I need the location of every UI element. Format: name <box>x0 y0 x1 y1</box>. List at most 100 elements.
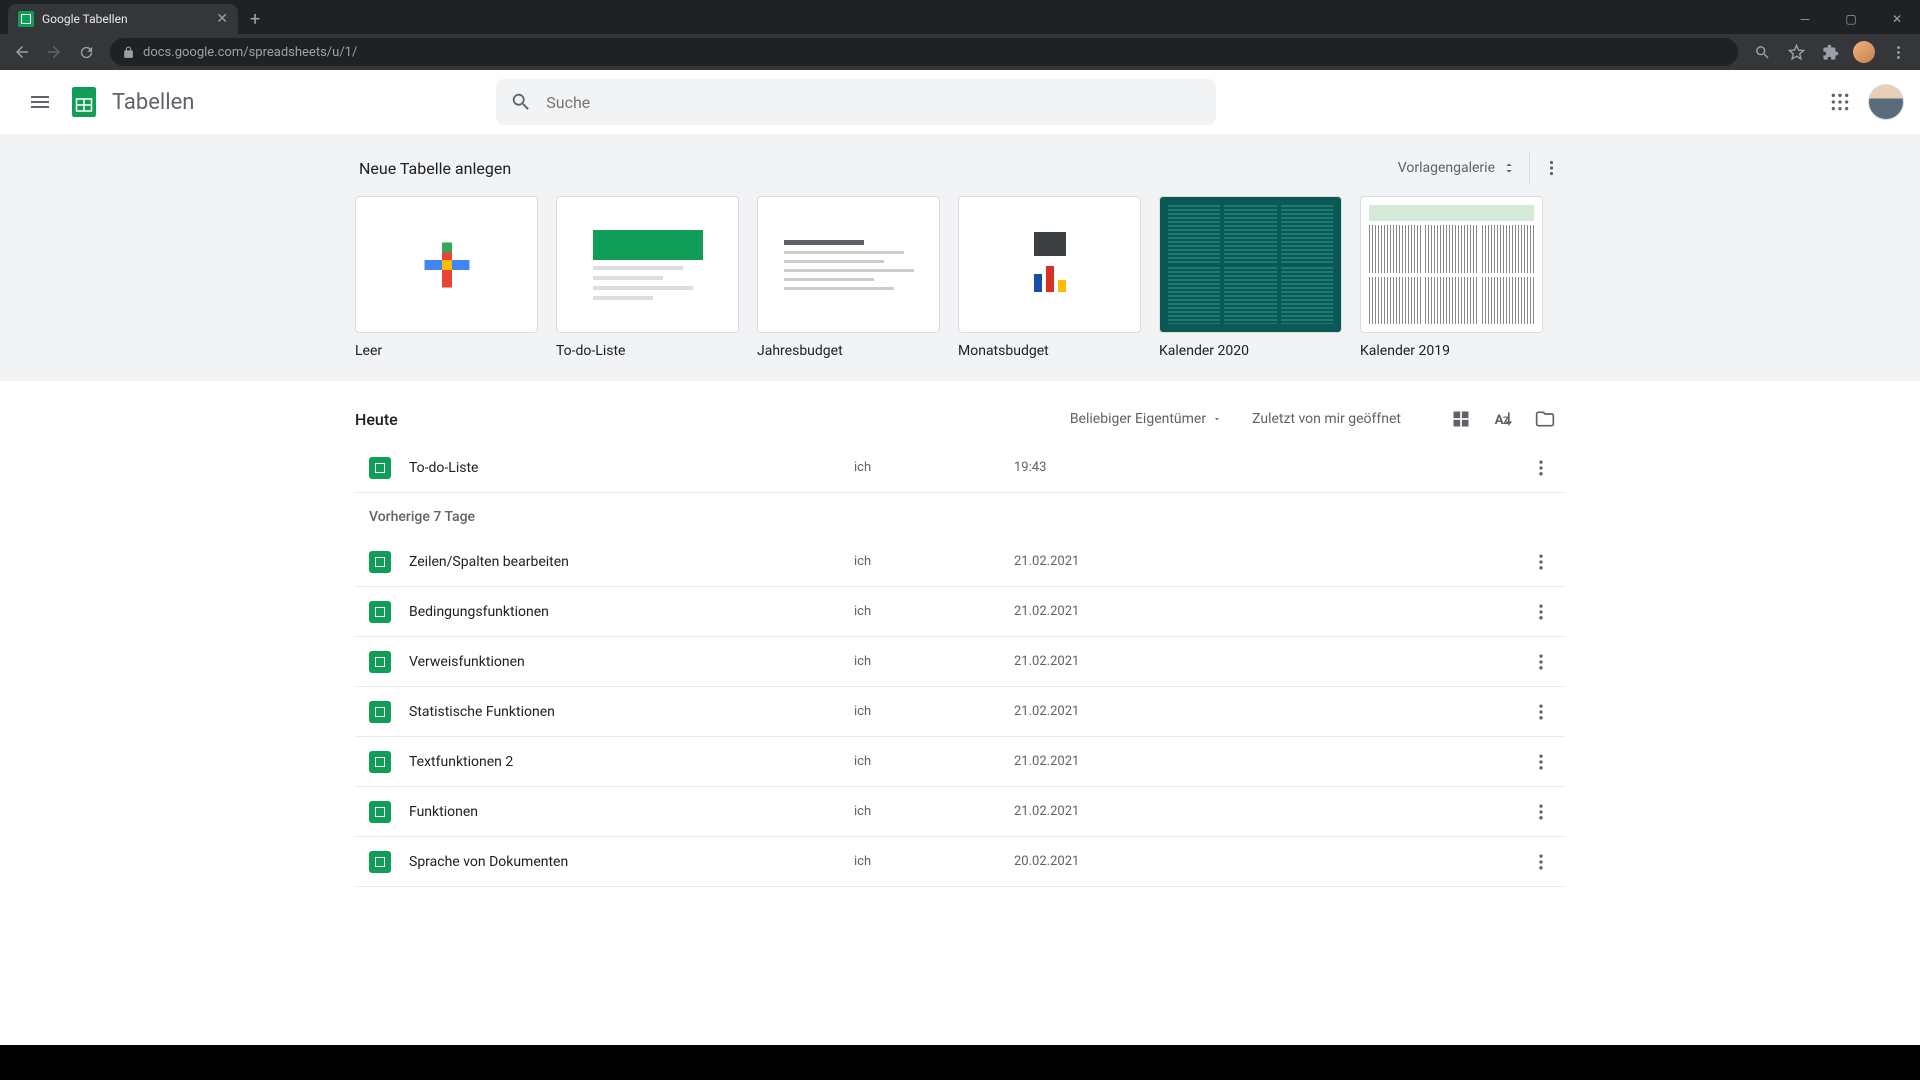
search-icon <box>510 91 532 113</box>
profile-avatar-icon[interactable] <box>1850 38 1878 66</box>
bottom-bar <box>0 1045 1920 1080</box>
template-card[interactable]: Leer <box>355 196 538 359</box>
grid-view-button[interactable] <box>1441 399 1481 439</box>
address-bar[interactable]: docs.google.com/spreadsheets/u/1/ <box>110 38 1738 66</box>
template-thumbnail <box>757 196 940 333</box>
document-more-button[interactable] <box>1523 844 1559 880</box>
document-row[interactable]: To-do-Liste ich 19:43 <box>355 443 1565 493</box>
document-more-button[interactable] <box>1523 544 1559 580</box>
tab-strip: Google Tabellen ✕ + ─ ▢ ✕ <box>0 0 1920 34</box>
template-card[interactable]: Kalender 2020 <box>1159 196 1342 359</box>
gallery-title: Neue Tabelle anlegen <box>359 159 511 178</box>
template-gallery-link[interactable]: Vorlagengalerie <box>1398 160 1517 176</box>
document-date: 21.02.2021 <box>1014 704 1244 719</box>
google-apps-button[interactable] <box>1820 82 1860 122</box>
document-name: Textfunktionen 2 <box>409 754 854 770</box>
document-owner: ich <box>854 604 1014 619</box>
back-button[interactable] <box>8 38 36 66</box>
document-row[interactable]: Sprache von Dokumenten ich 20.02.2021 <box>355 837 1565 887</box>
document-date: 21.02.2021 <box>1014 554 1244 569</box>
document-name: Bedingungsfunktionen <box>409 604 854 620</box>
document-more-button[interactable] <box>1523 694 1559 730</box>
sheets-logo-icon[interactable] <box>64 82 104 122</box>
bookmark-icon[interactable] <box>1782 38 1810 66</box>
sheets-file-icon <box>369 751 391 773</box>
document-owner: ich <box>854 554 1014 569</box>
section-title: Heute <box>355 410 398 429</box>
template-thumbnail <box>1159 196 1342 333</box>
search-bar[interactable] <box>496 79 1216 125</box>
template-thumbnail <box>1360 196 1543 333</box>
template-thumbnail <box>355 196 538 333</box>
opened-column-label: Zuletzt von mir geöffnet <box>1252 411 1401 427</box>
document-name: Verweisfunktionen <box>409 654 854 670</box>
document-more-button[interactable] <box>1523 594 1559 630</box>
document-owner: ich <box>854 804 1014 819</box>
tab-title: Google Tabellen <box>42 12 128 26</box>
dropdown-icon <box>1212 414 1222 424</box>
template-card[interactable]: Jahresbudget <box>757 196 940 359</box>
template-card[interactable]: Monatsbudget <box>958 196 1141 359</box>
sheets-favicon-icon <box>18 11 34 27</box>
template-label: To-do-Liste <box>556 343 739 359</box>
sheets-file-icon <box>369 801 391 823</box>
document-row[interactable]: Verweisfunktionen ich 21.02.2021 <box>355 637 1565 687</box>
document-more-button[interactable] <box>1523 644 1559 680</box>
extensions-area <box>1748 38 1912 66</box>
lock-icon <box>122 46 135 59</box>
browser-toolbar: docs.google.com/spreadsheets/u/1/ <box>0 34 1920 70</box>
close-tab-icon[interactable]: ✕ <box>216 11 228 27</box>
template-label: Jahresbudget <box>757 343 940 359</box>
search-page-icon[interactable] <box>1748 38 1776 66</box>
document-owner: ich <box>854 704 1014 719</box>
document-row[interactable]: Statistische Funktionen ich 21.02.2021 <box>355 687 1565 737</box>
document-row[interactable]: Bedingungsfunktionen ich 21.02.2021 <box>355 587 1565 637</box>
account-avatar[interactable] <box>1868 84 1904 120</box>
document-date: 21.02.2021 <box>1014 804 1244 819</box>
gallery-link-label: Vorlagengalerie <box>1398 160 1495 176</box>
document-more-button[interactable] <box>1523 450 1559 486</box>
document-name: Statistische Funktionen <box>409 704 854 720</box>
extensions-icon[interactable] <box>1816 38 1844 66</box>
document-name: To-do-Liste <box>409 460 854 476</box>
maximize-button[interactable]: ▢ <box>1828 4 1874 34</box>
sheets-file-icon <box>369 457 391 479</box>
sheets-file-icon <box>369 551 391 573</box>
template-card[interactable]: To-do-Liste <box>556 196 739 359</box>
document-name: Zeilen/Spalten bearbeiten <box>409 554 854 570</box>
gallery-more-button[interactable] <box>1529 152 1561 184</box>
browser-menu-icon[interactable] <box>1884 38 1912 66</box>
forward-button[interactable] <box>40 38 68 66</box>
sheets-file-icon <box>369 601 391 623</box>
document-name: Funktionen <box>409 804 854 820</box>
browser-tab[interactable]: Google Tabellen ✕ <box>8 4 238 34</box>
search-input[interactable] <box>546 93 1202 112</box>
owner-filter[interactable]: Beliebiger Eigentümer <box>1070 411 1222 427</box>
new-tab-button[interactable]: + <box>238 4 272 34</box>
app-header: Tabellen <box>0 70 1920 134</box>
document-date: 19:43 <box>1014 460 1244 475</box>
document-date: 21.02.2021 <box>1014 654 1244 669</box>
owner-filter-label: Beliebiger Eigentümer <box>1070 411 1206 427</box>
close-window-button[interactable]: ✕ <box>1874 4 1920 34</box>
folder-button[interactable] <box>1525 399 1565 439</box>
template-card[interactable]: Kalender 2019 <box>1360 196 1543 359</box>
document-row[interactable]: Textfunktionen 2 ich 21.02.2021 <box>355 737 1565 787</box>
template-thumbnail <box>556 196 739 333</box>
sheets-file-icon <box>369 651 391 673</box>
document-more-button[interactable] <box>1523 744 1559 780</box>
sheets-file-icon <box>369 851 391 873</box>
document-owner: ich <box>854 854 1014 869</box>
document-row[interactable]: Funktionen ich 21.02.2021 <box>355 787 1565 837</box>
document-more-button[interactable] <box>1523 794 1559 830</box>
template-label: Monatsbudget <box>958 343 1141 359</box>
minimize-button[interactable]: ─ <box>1782 4 1828 34</box>
sort-button[interactable]: AZ <box>1483 399 1523 439</box>
documents-header: Heute Beliebiger Eigentümer Zuletzt von … <box>355 395 1565 443</box>
template-label: Kalender 2020 <box>1159 343 1342 359</box>
reload-button[interactable] <box>72 38 100 66</box>
document-row[interactable]: Zeilen/Spalten bearbeiten ich 21.02.2021 <box>355 537 1565 587</box>
sheets-file-icon <box>369 701 391 723</box>
documents-section: Heute Beliebiger Eigentümer Zuletzt von … <box>0 381 1920 887</box>
main-menu-button[interactable] <box>16 78 64 126</box>
